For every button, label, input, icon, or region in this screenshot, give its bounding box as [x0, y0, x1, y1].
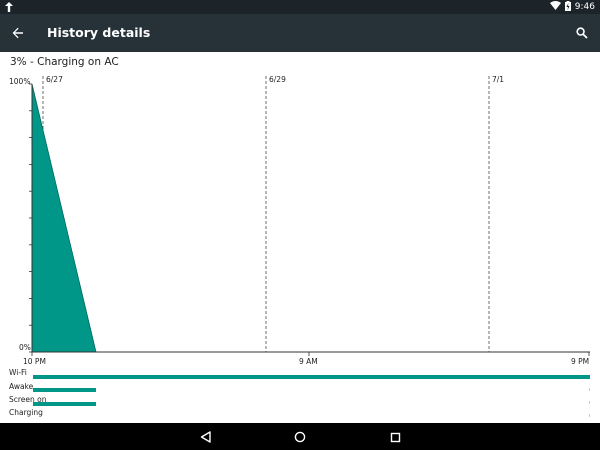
battery-history-chart — [29, 76, 590, 417]
nav-back-button[interactable] — [195, 427, 215, 447]
navigation-bar — [0, 423, 600, 450]
charging-bar-end — [589, 414, 590, 417]
wifi-bar — [33, 375, 590, 379]
square-recents-icon — [390, 432, 400, 442]
screen-on-bar — [33, 402, 96, 406]
nav-recents-button[interactable] — [385, 427, 405, 447]
nav-home-button[interactable] — [290, 427, 310, 447]
awake-bar — [33, 388, 96, 392]
circle-home-icon — [294, 431, 306, 443]
screen-on-bar-end — [589, 401, 590, 404]
triangle-back-icon — [200, 431, 211, 443]
awake-bar-end — [589, 388, 590, 391]
